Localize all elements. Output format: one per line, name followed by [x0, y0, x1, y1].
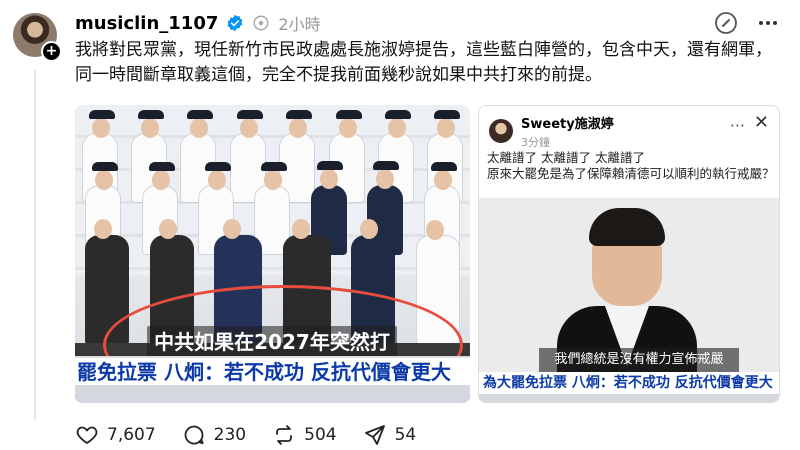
video-subtitle: 中共如果在2027年突然打過來	[147, 326, 397, 386]
embedded-avatar	[489, 119, 513, 143]
author-username[interactable]: musiclin_1107	[75, 13, 218, 34]
media-left-image[interactable]: 中共如果在2027年突然打過來 罷免拉票 八炯：若不成功 反抗代價會更大	[75, 105, 470, 403]
embedded-author-name: Sweety施淑婷	[521, 116, 614, 132]
post-header: musiclin_1107 2小時	[75, 11, 321, 35]
speaker-hair	[589, 208, 665, 246]
share-button[interactable]: 54	[363, 423, 417, 447]
post-text: 我將對民眾黨，現任新竹市民政處處長施淑婷提告，這些藍白陣營的，包含中天，還有網軍…	[75, 40, 772, 85]
embedded-post-header: Sweety施淑婷 3分鐘	[489, 114, 769, 149]
news-banner: 罷免拉票 八炯：若不成功 反抗代價會更大	[75, 356, 470, 385]
like-button[interactable]: 7,607	[75, 423, 156, 447]
embedded-more-icon: ···	[729, 116, 745, 135]
repost-icon	[272, 423, 296, 447]
clock-icon	[253, 15, 269, 31]
post-time: 2小時	[278, 15, 321, 34]
embedded-banner-strip	[479, 394, 779, 402]
media-right-screenshot[interactable]: Sweety施淑婷 3分鐘 ··· ✕ 太離譜了 太離譜了 太離譜了 原來大罷免…	[478, 105, 780, 403]
follow-plus-icon[interactable]: +	[41, 41, 62, 62]
comment-button[interactable]: 230	[182, 423, 246, 447]
edit-icon[interactable]	[714, 11, 738, 35]
top-actions	[714, 11, 780, 35]
embedded-video-frame: 我們總統是沒有權力宣佈戒嚴 為大罷免拉票 八炯：若不成功 反抗代價會更大	[479, 198, 779, 402]
embedded-news-banner: 為大罷免拉票 八炯：若不成功 反抗代價會更大	[479, 372, 779, 394]
post-actions: 7,607 230 504 54	[75, 423, 416, 447]
embedded-text-line-1: 太離譜了 太離譜了 太離譜了	[487, 150, 645, 165]
author-avatar[interactable]: +	[13, 13, 62, 62]
like-count: 7,607	[107, 425, 156, 445]
verified-icon	[227, 14, 243, 32]
repost-count: 504	[304, 425, 337, 445]
repost-button[interactable]: 504	[272, 423, 337, 447]
share-count: 54	[394, 425, 417, 445]
comment-icon	[182, 423, 206, 447]
news-banner-strip	[75, 385, 470, 403]
embedded-post-text: 太離譜了 太離譜了 太離譜了 原來大罷免是為了保障賴清德可以順利的執行戒嚴？	[487, 150, 777, 182]
embedded-text-line-2: 原來大罷免是為了保障賴清德可以順利的執行戒嚴？	[487, 166, 775, 181]
send-icon	[363, 423, 387, 447]
more-icon[interactable]	[756, 11, 780, 35]
embedded-post-time: 3分鐘	[521, 135, 550, 149]
embedded-video-subtitle: 我們總統是沒有權力宣佈戒嚴	[539, 348, 739, 372]
thread-line	[34, 70, 36, 420]
heart-icon	[75, 423, 99, 447]
comment-count: 230	[213, 425, 247, 445]
embedded-close-icon: ✕	[753, 112, 769, 133]
